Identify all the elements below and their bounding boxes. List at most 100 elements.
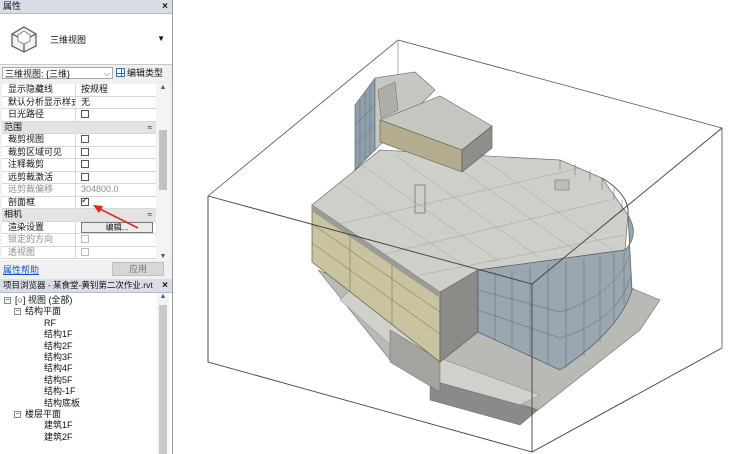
scroll-thumb[interactable] (159, 130, 167, 190)
checkbox[interactable] (81, 172, 89, 181)
collapse-icon[interactable]: ≈ (148, 122, 152, 134)
scroll-up-icon[interactable]: ▲ (157, 84, 169, 91)
project-browser-title-bar: 项目浏览器 - 某食堂-黄钊第二次作业.rvt × (0, 279, 172, 293)
property-value (78, 147, 156, 159)
properties-scrollbar[interactable]: ▲ ▼ (157, 84, 169, 260)
checkbox (81, 235, 89, 243)
chevron-down-icon[interactable]: ▼ (157, 34, 165, 43)
property-value[interactable]: 按规程 (78, 84, 156, 96)
project-browser: 项目浏览器 - 某食堂-黄钊第二次作业.rvt × − [○] 视图 (全部) − 结… (0, 279, 172, 454)
property-value (78, 134, 156, 146)
properties-grid: 显示隐藏线 按规程 默认分析显示样式无日光路径 范围 ≈ 裁剪视图 裁剪区域可见 注释裁剪 远剪… (2, 84, 156, 260)
browser-tree-item[interactable]: 结构2F (44, 341, 73, 352)
browser-tree-item[interactable]: 结构4F (44, 363, 73, 374)
checkbox[interactable] (81, 135, 89, 143)
browser-tree-item[interactable]: 结构1F (44, 329, 73, 340)
building-3d-model[interactable] (173, 0, 741, 454)
type-name: 三维视图 (50, 35, 87, 45)
browser-tree-item[interactable]: 结构底板 (44, 398, 80, 409)
browser-tree-item[interactable]: RF (44, 318, 56, 329)
browser-tree-item[interactable]: 结构3F (44, 352, 73, 363)
scroll-down-icon[interactable]: ▼ (157, 253, 169, 260)
checkbox[interactable] (81, 197, 89, 206)
property-label: 远剪裁激活 (2, 171, 76, 183)
browser-tree-item[interactable]: 建筑1F (44, 420, 73, 431)
property-row: 锁定的方向 (2, 234, 156, 247)
browser-tree-item[interactable]: 结构-1F (44, 386, 76, 397)
properties-footer: 属性帮助 应用 (0, 262, 172, 276)
property-row: 显示隐藏线 按规程 (2, 84, 156, 97)
checkbox[interactable] (81, 147, 89, 156)
tree-toggle-icon[interactable]: − (14, 411, 21, 418)
apply-button[interactable]: 应用 (112, 262, 164, 276)
view-selector-dropdown[interactable]: 三维视图: {三维} ⌵ (2, 67, 113, 79)
property-label: 渲染设置 (2, 221, 76, 233)
checkbox (81, 247, 89, 256)
properties-close-button[interactable]: × (162, 0, 168, 13)
property-label: 远剪裁偏移 (2, 184, 76, 196)
property-row: 注释裁剪 (2, 159, 156, 172)
property-label: 裁剪视图 (2, 134, 76, 146)
property-label: 剖面框 (2, 196, 76, 208)
property-value: 304800.0 (81, 184, 119, 194)
property-value (78, 109, 156, 121)
edit-type-icon (116, 68, 125, 77)
scroll-up-icon[interactable]: ▲ (157, 293, 169, 300)
project-browser-close-button[interactable]: × (162, 279, 168, 292)
view-selector-row: 三维视图: {三维} ⌵ 编辑类型 (2, 67, 170, 81)
3d-viewport[interactable] (173, 0, 741, 454)
property-row: 裁剪视图 (2, 134, 156, 147)
property-label: 显示隐藏线 (2, 84, 76, 96)
property-category[interactable]: 范围 ≈ (2, 121, 156, 134)
browser-tree-item[interactable]: 结构平面 (25, 306, 61, 317)
property-row: 远剪裁偏移 304800.0 (2, 184, 156, 197)
properties-help-link[interactable]: 属性帮助 (3, 263, 39, 276)
property-value (78, 197, 156, 209)
view-selector-value: 三维视图: {三维} (5, 69, 71, 79)
property-row: 默认分析显示样式无 (2, 96, 156, 109)
browser-tree-item[interactable]: 结构5F (44, 375, 73, 386)
property-value (78, 247, 156, 259)
type-selector[interactable]: 三维视图 ▼ (0, 14, 172, 65)
scroll-thumb[interactable] (159, 305, 167, 454)
category-label: 范围 (4, 121, 23, 132)
property-label: 裁剪区域可见 (2, 146, 76, 158)
tree-toggle-icon[interactable]: − (4, 297, 11, 304)
property-row: 远剪裁激活 (2, 171, 156, 184)
property-category[interactable]: 相机 ≈ (2, 209, 156, 222)
category-label: 相机 (4, 209, 23, 219)
tree-toggle-icon[interactable]: − (14, 308, 21, 316)
property-value[interactable]: 无 (78, 97, 156, 109)
edit-type-button[interactable]: 编辑类型 (116, 67, 163, 80)
browser-tree-item[interactable]: 建筑2F (44, 432, 73, 443)
property-value (78, 159, 156, 171)
property-label: 默认分析显示样式 (2, 96, 76, 108)
properties-title: 属性 (3, 1, 22, 11)
property-row: 剖面框 (2, 196, 156, 209)
property-row: 透视图 (2, 246, 156, 259)
property-label: 日光路径 (2, 109, 76, 121)
checkbox[interactable] (81, 160, 89, 168)
property-label: 注释裁剪 (2, 159, 76, 171)
browser-tree-item[interactable]: 楼层平面 (25, 409, 61, 420)
browser-tree-item[interactable]: [○] 视图 (全部) (15, 295, 72, 306)
left-panel: 属性 × 三维视图 ▼ 三维视图: {三维} ⌵ 编辑类型 显示隐藏线 按规程 默认… (0, 0, 173, 454)
property-value (78, 172, 156, 184)
render-settings-edit-button[interactable]: 编辑... (81, 221, 153, 233)
property-row: 渲染设置 编辑... (2, 221, 156, 234)
property-value: 编辑... (78, 221, 156, 234)
property-row: 裁剪区域可见 (2, 146, 156, 159)
checkbox[interactable] (81, 110, 89, 118)
property-label: 锁定的方向 (2, 234, 76, 246)
property-label: 透视图 (2, 246, 76, 258)
project-browser-title: 项目浏览器 - 某食堂-黄钊第二次作业.rvt (3, 280, 153, 290)
chevron-down-icon: ⌵ (103, 69, 110, 78)
property-value (78, 234, 156, 246)
properties-title-bar: 属性 × (0, 0, 172, 14)
collapse-icon[interactable]: ≈ (148, 209, 152, 221)
edit-type-label: 编辑类型 (127, 68, 164, 78)
browser-scrollbar[interactable]: ▲ (157, 293, 169, 454)
3d-view-house-icon (11, 26, 37, 53)
property-row: 日光路径 (2, 109, 156, 122)
roof-unit (554, 179, 570, 191)
